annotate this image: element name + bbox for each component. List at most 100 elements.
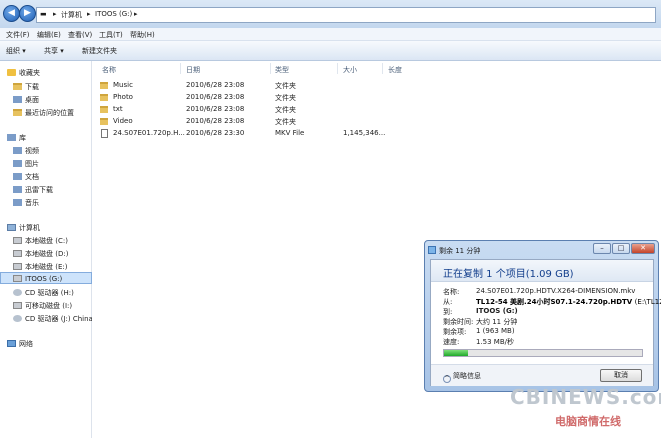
download-folder-icon xyxy=(13,83,22,90)
breadcrumb-chevron-icon[interactable]: ▸ xyxy=(134,10,138,18)
chevron-up-icon: ^ xyxy=(443,375,451,383)
document-icon xyxy=(13,173,22,180)
nav-item-thunder[interactable]: 迅雷下载 xyxy=(13,185,53,195)
address-input[interactable]: ▬ ▸ 计算机 ▸ ITOOS (G:) ▸ xyxy=(36,7,656,23)
column-divider[interactable] xyxy=(180,63,181,74)
file-date: 2010/6/28 23:08 xyxy=(186,93,245,101)
items-label: 剩余项: xyxy=(443,328,467,336)
close-button[interactable]: ✕ xyxy=(631,243,655,254)
download-icon xyxy=(13,186,22,193)
network-icon xyxy=(7,340,16,347)
dialog-title: 剩余 11 分钟 xyxy=(439,247,481,255)
copy-icon xyxy=(428,246,436,254)
nav-item-drive-d[interactable]: 本地磁盘 (D:) xyxy=(13,249,68,259)
breadcrumb-computer[interactable]: 计算机 xyxy=(61,10,82,20)
nav-item-drive-c[interactable]: 本地磁盘 (C:) xyxy=(13,236,68,246)
items-value: 1 (963 MB) xyxy=(476,327,515,335)
file-name: Video xyxy=(113,117,133,125)
nav-item-drive-e[interactable]: 本地磁盘 (E:) xyxy=(13,262,67,272)
file-type: MKV File xyxy=(275,129,305,137)
hard-drive-icon xyxy=(13,263,22,270)
cd-drive-icon xyxy=(13,315,22,322)
nav-item-drive-g[interactable]: ITOOS (G:) xyxy=(13,275,62,283)
speed-label: 速度: xyxy=(443,338,460,346)
file-type: 文件夹 xyxy=(275,106,296,114)
nav-computer[interactable]: 计算机 xyxy=(7,223,40,233)
menu-view[interactable]: 查看(V) xyxy=(68,30,92,40)
hard-drive-icon xyxy=(13,237,22,244)
file-type: 文件夹 xyxy=(275,82,296,90)
nav-network[interactable]: 网络 xyxy=(7,339,33,349)
file-row[interactable]: txt 2010/6/28 23:08 文件夹 xyxy=(100,104,420,115)
column-type[interactable]: 类型 xyxy=(275,65,289,75)
file-date: 2010/6/28 23:30 xyxy=(186,129,245,137)
nav-libraries[interactable]: 库 xyxy=(7,133,26,143)
nav-item-videos[interactable]: 视频 xyxy=(13,146,39,156)
file-row[interactable]: 24.S07E01.720p.H... 2010/6/28 23:30 MKV … xyxy=(100,128,420,139)
usb-drive-icon xyxy=(13,275,22,282)
dialog-header: 正在复制 1 个项目(1.09 GB) xyxy=(431,260,653,282)
speed-value: 1.53 MB/秒 xyxy=(476,338,515,346)
column-size[interactable]: 大小 xyxy=(343,65,357,75)
video-icon xyxy=(13,147,22,154)
menu-tools[interactable]: 工具(T) xyxy=(99,30,123,40)
less-info-button[interactable]: ^ 简略信息 xyxy=(443,371,481,383)
name-label: 名称: xyxy=(443,288,460,296)
column-divider[interactable] xyxy=(270,63,271,74)
column-name[interactable]: 名称 xyxy=(102,65,116,75)
breadcrumb-drive[interactable]: ITOOS (G:) xyxy=(95,10,132,18)
breadcrumb-sep: ▸ xyxy=(53,10,57,18)
column-divider[interactable] xyxy=(337,63,338,74)
menu-edit[interactable]: 编辑(E) xyxy=(37,30,61,40)
navigation-pane: 收藏夹 下载 桌面 最近访问的位置 库 视频 图片 文档 迅雷下载 音乐 计算机… xyxy=(0,61,97,438)
nav-item-drive-h[interactable]: CD 驱动器 (H:) xyxy=(13,288,74,298)
file-row[interactable]: Video 2010/6/28 23:08 文件夹 xyxy=(100,116,420,127)
from-value[interactable]: TL12-54 美剧.24小时S07.1-24.720p.HDTV (E:\TL… xyxy=(476,297,661,307)
back-arrow-icon[interactable]: ◀ xyxy=(3,5,20,22)
breadcrumb-sep: ▸ xyxy=(87,10,91,18)
nav-item-desktop[interactable]: 桌面 xyxy=(13,95,39,105)
organize-button[interactable]: 组织 ▾ xyxy=(6,46,26,56)
column-date[interactable]: 日期 xyxy=(186,65,200,75)
nav-item-pictures[interactable]: 图片 xyxy=(13,159,39,169)
file-row[interactable]: Music 2010/6/28 23:08 文件夹 xyxy=(100,80,420,91)
command-bar: 组织 ▾ 共享 ▾ 新建文件夹 xyxy=(0,41,661,61)
minimize-button[interactable]: – xyxy=(593,243,611,254)
folder-icon xyxy=(100,82,108,89)
file-date: 2010/6/28 23:08 xyxy=(186,81,245,89)
nav-favorites[interactable]: 收藏夹 xyxy=(7,68,40,78)
library-icon xyxy=(7,134,16,141)
nav-item-recent[interactable]: 最近访问的位置 xyxy=(13,108,74,118)
nav-item-documents[interactable]: 文档 xyxy=(13,172,39,182)
to-value[interactable]: ITOOS (G:) xyxy=(476,307,518,315)
watermark-subtext: 电脑商情在线 xyxy=(555,415,621,428)
column-length[interactable]: 长度 xyxy=(388,65,402,75)
computer-icon xyxy=(7,224,16,231)
file-type: 文件夹 xyxy=(275,94,296,102)
file-date: 2010/6/28 23:08 xyxy=(186,117,245,125)
menu-bar: 文件(F) 编辑(E) 查看(V) 工具(T) 帮助(H) xyxy=(0,28,661,41)
nav-item-drive-j[interactable]: CD 驱动器 (J:) ChinaT xyxy=(13,314,97,324)
file-type: 文件夹 xyxy=(275,118,296,126)
share-button[interactable]: 共享 ▾ xyxy=(44,46,64,56)
recent-places-icon xyxy=(13,109,22,116)
hard-drive-icon xyxy=(13,250,22,257)
menu-help[interactable]: 帮助(H) xyxy=(130,30,155,40)
file-row[interactable]: Photo 2010/6/28 23:08 文件夹 xyxy=(100,92,420,103)
menu-file[interactable]: 文件(F) xyxy=(6,30,30,40)
folder-icon xyxy=(100,94,108,101)
removable-disk-icon xyxy=(13,302,22,309)
music-icon xyxy=(13,199,22,206)
file-date: 2010/6/28 23:08 xyxy=(186,105,245,113)
drive-icon: ▬ xyxy=(40,10,47,18)
nav-item-downloads[interactable]: 下载 xyxy=(13,82,39,92)
cancel-button[interactable]: 取消 xyxy=(600,369,642,382)
file-size: 1,145,346... xyxy=(343,129,386,137)
nav-item-music[interactable]: 音乐 xyxy=(13,198,39,208)
column-divider[interactable] xyxy=(382,63,383,74)
new-folder-button[interactable]: 新建文件夹 xyxy=(82,46,117,56)
file-name: Photo xyxy=(113,93,133,101)
nav-item-drive-i[interactable]: 可移动磁盘 (I:) xyxy=(13,301,72,311)
forward-arrow-icon[interactable]: ▶ xyxy=(19,5,36,22)
maximize-button[interactable]: □ xyxy=(612,243,630,254)
